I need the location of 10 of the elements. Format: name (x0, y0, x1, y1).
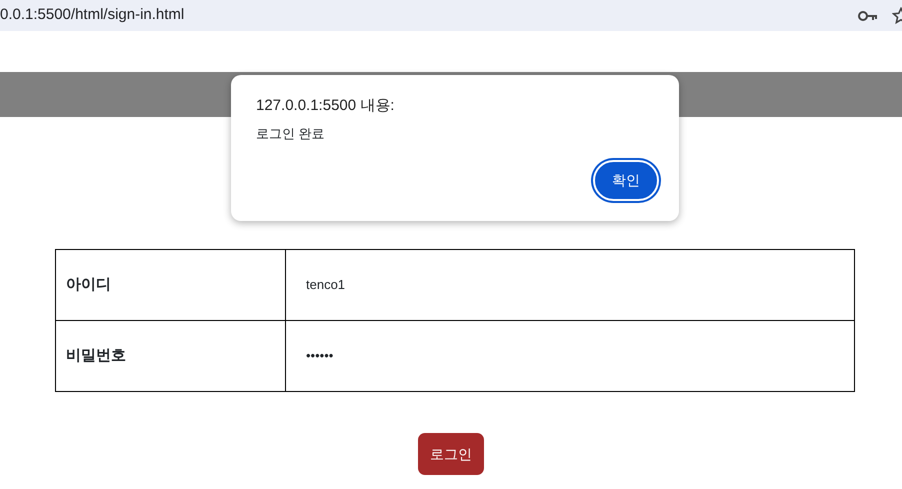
login-button[interactable]: 로그인 (418, 433, 484, 475)
input-field[interactable]: •••••• (286, 320, 854, 392)
input-field[interactable]: tenco1 (286, 250, 854, 320)
field-label: 비밀번호 (56, 320, 286, 392)
dialog-message: 로그인 완료 (256, 125, 326, 143)
dialog-title: 127.0.0.1:5500 내용: (256, 96, 396, 116)
key-icon[interactable] (858, 10, 878, 22)
field-label: 아이디 (56, 250, 286, 320)
address-text[interactable]: 0.0.1:5500/html/sign-in.html (0, 4, 184, 27)
ok-button[interactable]: 확인 (593, 160, 659, 201)
